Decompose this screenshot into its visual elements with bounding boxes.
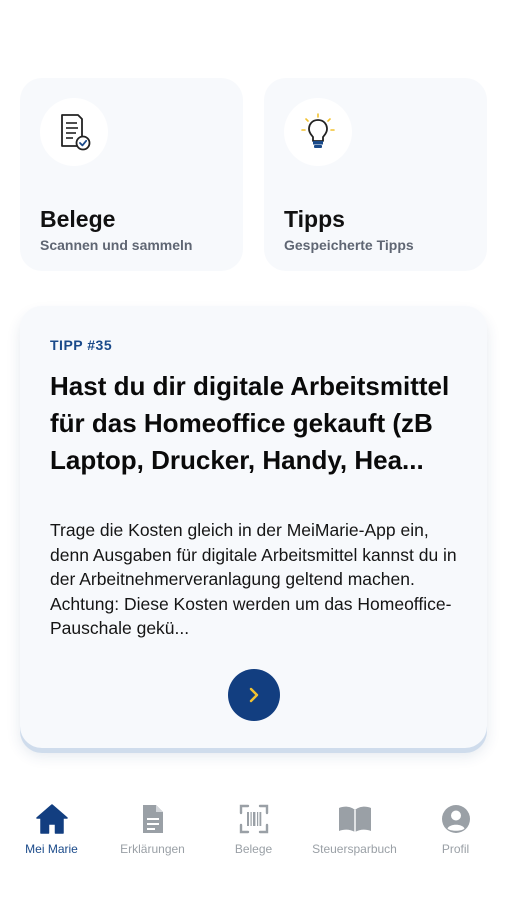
tab-mei-marie[interactable]: Mei Marie xyxy=(1,798,102,862)
next-tip-button[interactable] xyxy=(228,669,280,721)
tipps-card-subtitle: Gespeicherte Tipps xyxy=(284,237,414,253)
belege-card-title: Belege xyxy=(40,206,116,232)
tab-profil[interactable]: Profil xyxy=(405,798,506,862)
tipps-card-title: Tipps xyxy=(284,206,345,232)
tab-label-belege: Belege xyxy=(234,842,273,856)
tab-label-erklaerungen: Erklärungen xyxy=(120,842,185,856)
tab-steuersparbuch[interactable]: Steuersparbuch xyxy=(304,798,405,862)
chevron-right-icon xyxy=(249,687,259,703)
book-icon xyxy=(338,806,371,832)
tab-erklaerungen[interactable]: Erklärungen xyxy=(102,798,203,862)
tab-label-steuersparbuch: Steuersparbuch xyxy=(312,842,397,856)
tipps-card[interactable]: Tipps Gespeicherte Tipps xyxy=(264,78,487,271)
tip-number-label: TIPP #35 xyxy=(50,337,113,353)
tab-label-mei-marie: Mei Marie xyxy=(25,842,78,856)
bottom-tab-bar: Mei Marie Erklärungen Belege Steuersparb… xyxy=(0,798,507,868)
tab-label-profil: Profil xyxy=(441,842,470,856)
profile-icon xyxy=(441,805,470,833)
belege-card-subtitle: Scannen und sammeln xyxy=(40,237,193,253)
document-icon xyxy=(142,805,163,833)
belege-icon-circle xyxy=(40,98,108,166)
tip-headline: Hast du dir digitale Arbeitsmittel für d… xyxy=(50,371,450,475)
barcode-scan-icon xyxy=(239,804,268,834)
belege-card[interactable]: Belege Scannen und sammeln xyxy=(20,78,243,271)
home-icon xyxy=(35,804,68,834)
tipps-icon-circle xyxy=(284,98,352,166)
tip-body: Trage die Kosten gleich in der MeiMarie-… xyxy=(50,520,457,638)
receipt-check-icon xyxy=(61,114,91,151)
lightbulb-icon xyxy=(301,113,335,148)
tab-belege[interactable]: Belege xyxy=(203,798,304,862)
tip-card[interactable]: TIPP #35 Hast du dir digitale Arbeitsmit… xyxy=(20,306,487,748)
